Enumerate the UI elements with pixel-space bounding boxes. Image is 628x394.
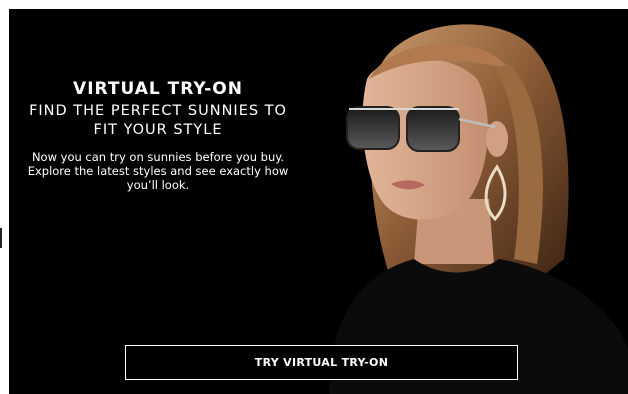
promo-subtitle: FIND THE PERFECT SUNNIES TO FIT YOUR STY… — [29, 103, 287, 138]
promo-copy: VIRTUAL TRY-ON FIND THE PERFECT SUNNIES … — [23, 79, 293, 192]
try-virtual-try-on-button[interactable]: TRY VIRTUAL TRY-ON — [125, 345, 518, 380]
promo-description: Now you can try on sunnies before you bu… — [27, 150, 289, 192]
model-photo — [329, 24, 628, 394]
virtual-try-on-banner: VIRTUAL TRY-ON FIND THE PERFECT SUNNIES … — [9, 9, 628, 394]
edge-marker — [0, 228, 2, 248]
promo-title: VIRTUAL TRY-ON — [73, 79, 243, 99]
cta-label: TRY VIRTUAL TRY-ON — [254, 356, 389, 369]
